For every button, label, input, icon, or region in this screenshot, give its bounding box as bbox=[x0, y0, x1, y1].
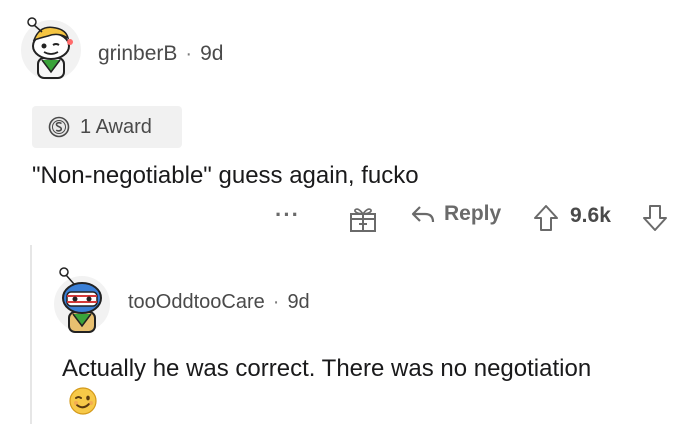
thread-line[interactable] bbox=[30, 245, 32, 424]
upvote-arrow-icon bbox=[534, 205, 558, 231]
snoo-avatar-icon bbox=[21, 17, 81, 80]
comment-body: "Non-negotiable" guess again, fucko bbox=[32, 162, 419, 189]
gift-icon bbox=[350, 208, 376, 232]
reply-button[interactable]: Reply bbox=[410, 202, 501, 226]
reply-label: Reply bbox=[444, 202, 502, 225]
silver-award-icon bbox=[48, 116, 70, 138]
comment-meta: grinberB · 9d bbox=[98, 42, 223, 66]
reply-meta: tooOddtooCare · 9d bbox=[128, 291, 310, 314]
reply-avatar[interactable] bbox=[52, 262, 112, 334]
comment-age[interactable]: 9d bbox=[200, 42, 223, 66]
meta-separator: · bbox=[272, 291, 280, 313]
reply-age[interactable]: 9d bbox=[287, 291, 309, 314]
vote-score: 9.6k bbox=[570, 204, 611, 227]
downvote-button[interactable] bbox=[642, 204, 668, 232]
comment-actions: ··· Reply 9.6k bbox=[0, 198, 700, 238]
reply-text: Actually he was correct. There was no ne… bbox=[62, 355, 592, 382]
reply-username-link[interactable]: tooOddtooCare bbox=[128, 291, 265, 314]
upvote-button[interactable] bbox=[533, 204, 559, 232]
username-link[interactable]: grinberB bbox=[98, 42, 177, 66]
winking-face-icon bbox=[68, 386, 98, 416]
give-award-button[interactable] bbox=[348, 205, 378, 233]
meta-separator: · bbox=[185, 42, 193, 65]
reply-arrow-icon bbox=[411, 206, 435, 223]
award-chip[interactable]: 1 Award bbox=[32, 106, 182, 148]
more-options-button[interactable]: ··· bbox=[275, 202, 300, 228]
downvote-arrow-icon bbox=[643, 205, 667, 231]
avatar[interactable] bbox=[20, 12, 82, 82]
snoo-avatar-icon bbox=[54, 267, 110, 333]
award-label: 1 Award bbox=[80, 115, 152, 138]
comment: grinberB · 9d 1 Award "Non-negotiable" g… bbox=[0, 0, 700, 240]
reply-body: Actually he was correct. There was no ne… bbox=[62, 352, 622, 420]
